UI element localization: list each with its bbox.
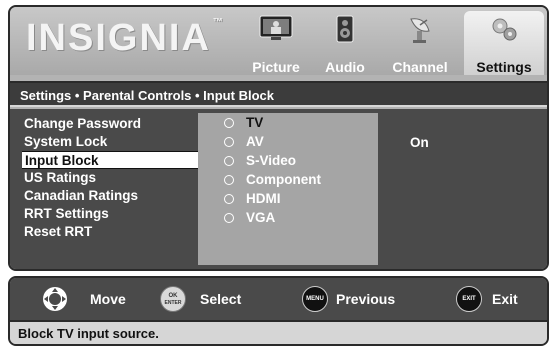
menu-item-reset-rrt[interactable]: Reset RRT	[10, 223, 200, 241]
breadcrumb: Settings • Parental Controls • Input Blo…	[20, 88, 274, 103]
remote-key-legend: Move OK ENTER Select MENU Previous EXIT …	[10, 278, 547, 320]
tab-audio[interactable]: Audio	[312, 11, 378, 75]
submenu-list: Change Password System Lock Input Block …	[10, 115, 200, 241]
menu-item-canadian-ratings[interactable]: Canadian Ratings	[10, 187, 200, 205]
option-vga[interactable]: VGA	[198, 208, 378, 227]
satellite-dish-icon	[405, 15, 435, 46]
tab-channel[interactable]: Channel	[380, 11, 460, 75]
menu-area: Change Password System Lock Input Block …	[10, 109, 547, 269]
input-options-panel: TV AV S-Video Component HDMI VGA	[198, 113, 378, 265]
exit-button-icon: EXIT	[456, 286, 482, 312]
block-state-value: On	[410, 135, 429, 150]
tv-osd-menu: INSIGNIA ™ Picture Audio Channel Setting…	[3, 3, 554, 348]
speaker-icon	[335, 15, 355, 46]
option-hdmi[interactable]: HDMI	[198, 189, 378, 208]
brand-logo: INSIGNIA ™	[26, 17, 225, 59]
dpad-icon	[42, 286, 68, 312]
previous-hint: MENU Previous	[302, 286, 422, 312]
exit-hint: EXIT Exit	[456, 286, 536, 312]
radio-icon	[224, 118, 234, 128]
radio-icon	[224, 156, 234, 166]
breadcrumb-bar: Settings • Parental Controls • Input Blo…	[10, 81, 547, 107]
menu-item-us-ratings[interactable]: US Ratings	[10, 169, 200, 187]
help-panel: Move OK ENTER Select MENU Previous EXIT …	[8, 276, 549, 346]
menu-item-change-password[interactable]: Change Password	[10, 115, 200, 133]
picture-icon	[259, 15, 293, 44]
radio-icon	[224, 194, 234, 204]
select-hint: OK ENTER Select	[160, 286, 270, 312]
radio-icon	[224, 213, 234, 223]
option-s-video[interactable]: S-Video	[198, 151, 378, 170]
option-component[interactable]: Component	[198, 170, 378, 189]
description-bar: Block TV input source.	[10, 320, 547, 344]
radio-icon	[224, 137, 234, 147]
ok-enter-button-icon: OK ENTER	[160, 286, 186, 312]
gears-icon	[489, 15, 519, 46]
option-av[interactable]: AV	[198, 132, 378, 151]
radio-icon	[224, 175, 234, 185]
menu-button-icon: MENU	[302, 286, 328, 312]
tab-settings[interactable]: Settings	[464, 11, 544, 75]
menu-header: INSIGNIA ™ Picture Audio Channel Setting…	[10, 7, 547, 75]
category-tabs: Picture Audio Channel Settings	[242, 11, 547, 75]
option-description: Block TV input source.	[18, 326, 159, 341]
tab-picture[interactable]: Picture	[242, 11, 310, 75]
menu-item-rrt-settings[interactable]: RRT Settings	[10, 205, 200, 223]
menu-item-input-block[interactable]: Input Block	[22, 151, 198, 169]
settings-panel: INSIGNIA ™ Picture Audio Channel Setting…	[8, 5, 549, 271]
move-hint: Move	[42, 286, 142, 312]
menu-item-system-lock[interactable]: System Lock	[10, 133, 200, 151]
option-tv[interactable]: TV	[198, 113, 378, 132]
